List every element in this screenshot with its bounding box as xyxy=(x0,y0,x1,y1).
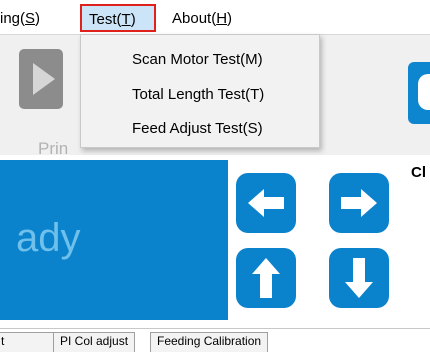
play-icon xyxy=(19,49,63,109)
arrow-down-icon xyxy=(345,258,373,298)
menu-item-total-length-test[interactable]: Total Length Test(T) xyxy=(132,85,264,105)
menu-about-prefix: About( xyxy=(172,10,217,27)
status-text: ady xyxy=(16,216,81,260)
menu-test-prefix: Test( xyxy=(89,11,122,28)
menu-setting-prefix: ing( xyxy=(0,10,26,27)
arrow-down-button[interactable] xyxy=(329,248,389,308)
menu-test-key: T xyxy=(121,11,131,28)
menu-setting[interactable]: ing(S) xyxy=(0,10,40,28)
menu-setting-key: S xyxy=(25,10,36,27)
arrow-right-button[interactable] xyxy=(329,173,389,233)
menu-test-suffix: ) xyxy=(130,11,136,28)
arrow-up-button[interactable] xyxy=(236,248,296,308)
arrow-right-icon xyxy=(341,189,377,217)
arrow-left-icon xyxy=(248,189,284,217)
menu-test[interactable]: Test(T) xyxy=(80,4,156,32)
clean-button-label: Cl xyxy=(411,164,426,181)
tab-strip: t PI Col adjust Feeding Calibration xyxy=(0,328,430,352)
status-panel: ady xyxy=(0,160,228,320)
tab-pi-col-adjust[interactable]: PI Col adjust xyxy=(53,332,136,352)
test-dropdown-menu: Scan Motor Test(M) Total Length Test(T) … xyxy=(80,34,320,148)
menu-setting-suffix: ) xyxy=(35,10,41,27)
menu-bar: ing(S) Test(T) About(H) xyxy=(0,0,430,34)
print-button[interactable]: Prin xyxy=(17,49,77,158)
menu-item-feed-adjust-test[interactable]: Feed Adjust Test(S) xyxy=(132,119,263,139)
tab-1[interactable]: t xyxy=(0,332,58,352)
arrow-up-icon xyxy=(252,258,280,298)
menu-item-scan-motor-test[interactable]: Scan Motor Test(M) xyxy=(132,50,263,70)
clean-button-icon[interactable] xyxy=(408,62,430,124)
menu-about-key: H xyxy=(216,10,228,27)
menu-about-suffix: ) xyxy=(227,10,233,27)
tab-feeding-calibration[interactable]: Feeding Calibration xyxy=(150,332,269,352)
arrow-left-button[interactable] xyxy=(236,173,296,233)
print-label: Prin xyxy=(38,139,69,158)
menu-about[interactable]: About(H) xyxy=(172,10,232,28)
